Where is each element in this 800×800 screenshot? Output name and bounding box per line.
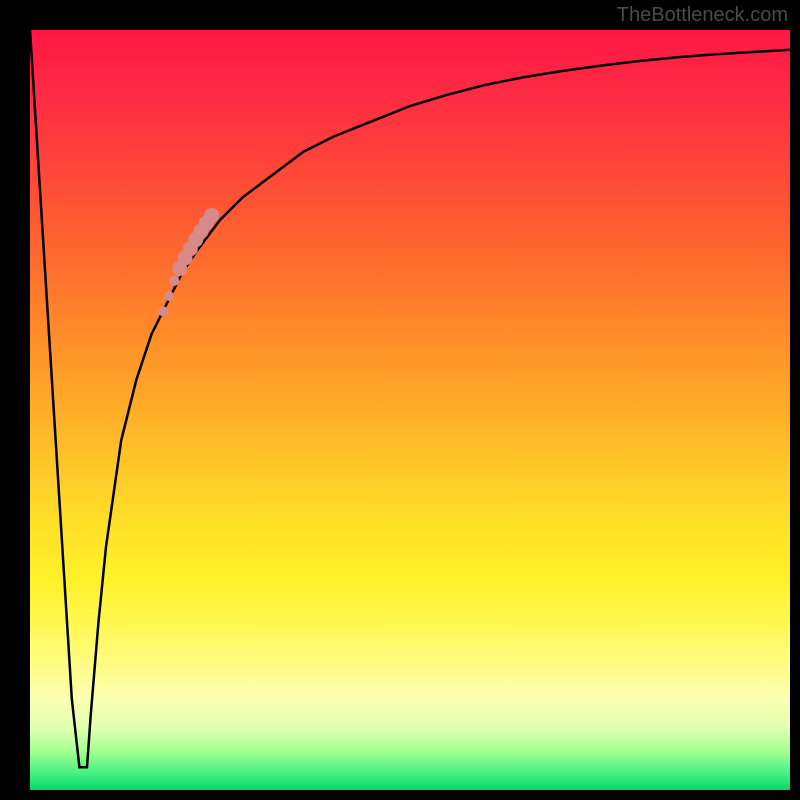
curve-marker	[158, 306, 168, 316]
curve-layer	[30, 30, 790, 790]
curve-marker	[204, 208, 219, 223]
curve-markers	[158, 208, 219, 316]
bottleneck-curve	[30, 30, 790, 767]
curve-marker	[164, 291, 174, 301]
curve-marker	[169, 276, 179, 286]
plot-area	[30, 30, 790, 790]
chart-frame: TheBottleneck.com	[0, 0, 800, 800]
watermark-text: TheBottleneck.com	[617, 4, 788, 27]
